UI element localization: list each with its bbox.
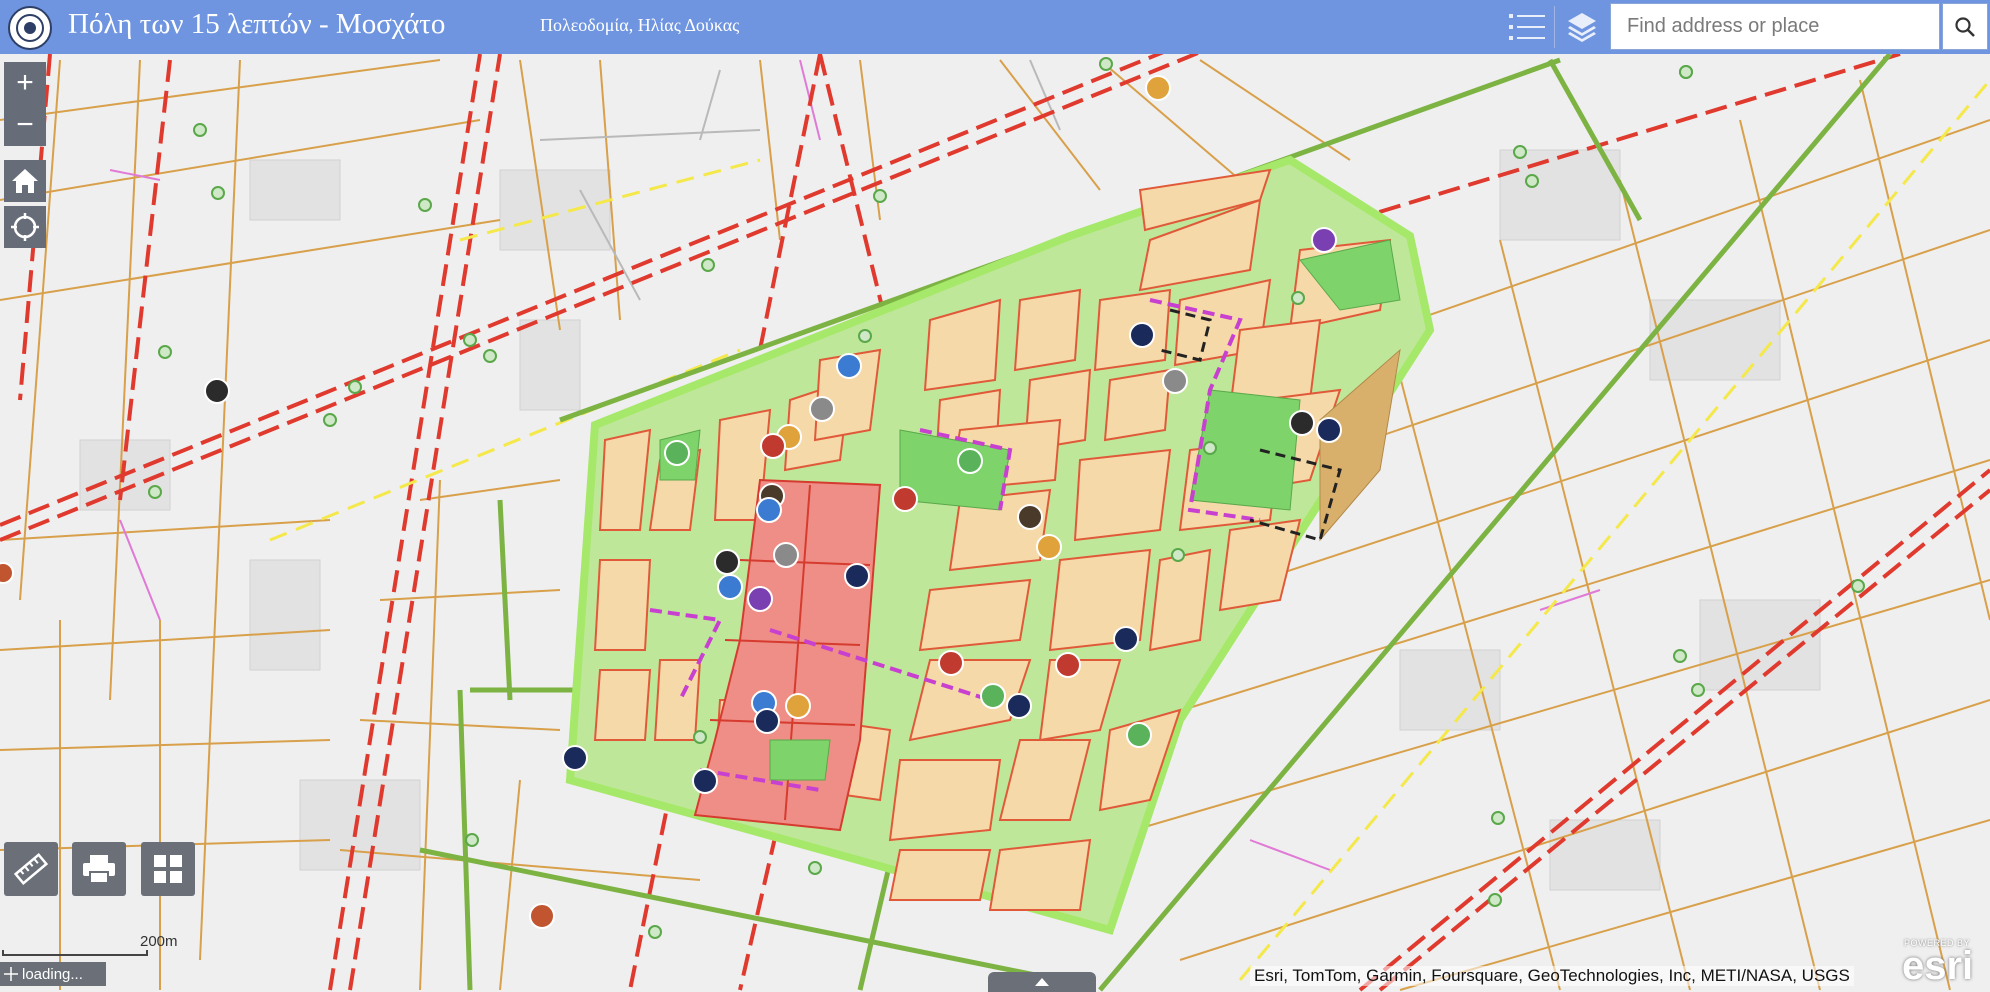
zoom-out-button[interactable]: − — [4, 104, 46, 146]
search-box — [1610, 3, 1940, 50]
logo-emblem-icon — [16, 14, 44, 42]
print-button[interactable] — [72, 842, 126, 896]
app-title: Πόλη των 15 λεπτών - Μοσχάτο — [68, 8, 446, 40]
legend-list-button[interactable] — [1504, 6, 1550, 48]
esri-logo: POWERED BY esri — [1900, 934, 1988, 990]
grid-icon — [154, 855, 182, 883]
locate-button[interactable] — [4, 206, 46, 248]
app-subtitle: Πολεοδομία, Ηλίας Δούκας — [540, 15, 740, 35]
crosshair-icon — [4, 967, 18, 981]
basemap-gallery-button[interactable] — [141, 842, 195, 896]
list-icon — [1509, 14, 1545, 40]
printer-icon — [83, 855, 115, 884]
measure-button[interactable] — [4, 842, 58, 896]
zoom-in-button[interactable]: + — [4, 62, 46, 104]
home-button[interactable] — [4, 160, 46, 202]
loading-status: loading... — [0, 962, 106, 986]
chevron-up-icon — [1035, 978, 1049, 986]
layers-button[interactable] — [1559, 6, 1605, 48]
scale-label: 200m — [140, 933, 178, 950]
app-header: Πόλη των 15 λεπτών - Μοσχάτο Πολεοδομία,… — [0, 0, 1990, 54]
scale-bar — [2, 950, 148, 956]
locate-icon — [11, 213, 39, 241]
loading-text: loading... — [22, 965, 83, 983]
map-canvas[interactable] — [0, 0, 1990, 992]
header-divider — [1554, 6, 1555, 48]
municipality-logo — [8, 6, 52, 50]
expand-panel-button[interactable] — [988, 972, 1096, 992]
search-icon — [1955, 16, 1975, 37]
search-button[interactable] — [1942, 3, 1988, 50]
ruler-icon — [14, 853, 48, 885]
layers-icon — [1568, 13, 1596, 42]
map-attribution: Esri, TomTom, Garmin, Foursquare, GeoTec… — [1250, 966, 1854, 986]
search-input[interactable] — [1611, 4, 1927, 49]
home-icon — [12, 169, 38, 193]
esri-name-text: esri — [1902, 944, 1974, 988]
